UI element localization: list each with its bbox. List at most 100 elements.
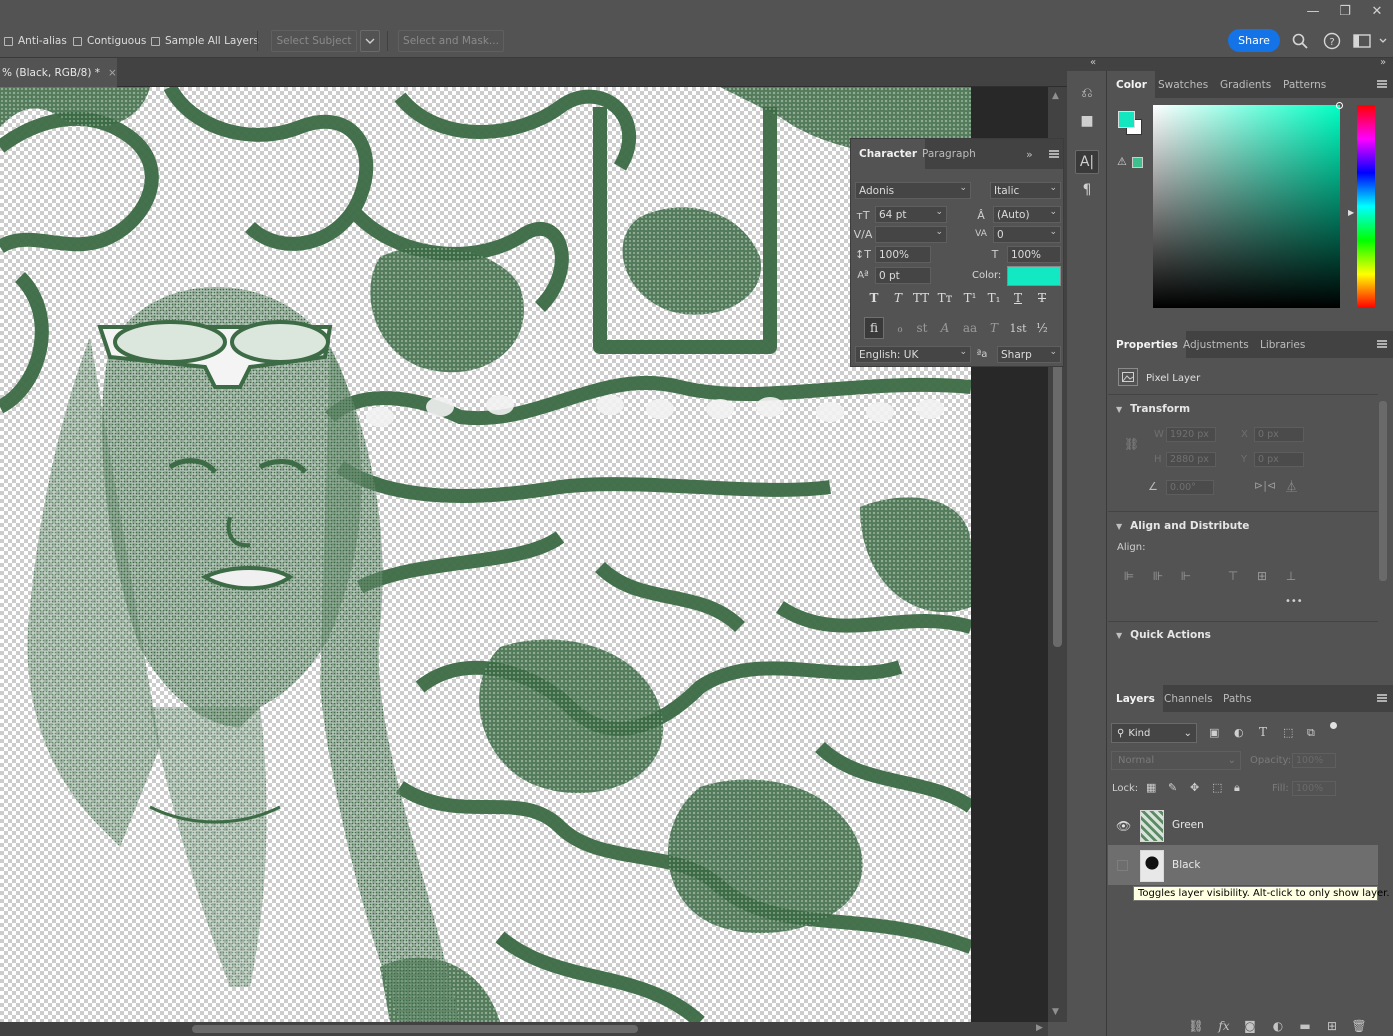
scroll-down-icon[interactable]: ▼ xyxy=(1052,1007,1059,1017)
layer-row-green[interactable]: 👁︎ Green xyxy=(1108,805,1378,845)
old-style-button[interactable]: ℴ xyxy=(890,317,910,339)
angle-field[interactable]: 0.00° xyxy=(1166,480,1214,495)
lock-artboard-icon[interactable]: ⬚ xyxy=(1212,781,1222,794)
lock-position-icon[interactable]: ✥ xyxy=(1190,781,1199,794)
gamut-swatch[interactable] xyxy=(1132,157,1143,168)
link-layers-icon[interactable]: ⛓ xyxy=(1187,1017,1205,1035)
baseline-shift-field[interactable]: 0 pt xyxy=(875,267,931,284)
faux-bold-button[interactable]: T xyxy=(864,289,884,307)
layer-row-black[interactable]: Black xyxy=(1108,845,1378,885)
lock-image-icon[interactable]: ✎ xyxy=(1168,781,1177,794)
filter-pixel-icon[interactable]: ▣ xyxy=(1209,726,1219,739)
tab-libraries[interactable]: Libraries xyxy=(1260,331,1305,358)
lock-transparency-icon[interactable]: ▦ xyxy=(1146,781,1156,794)
search-icon[interactable] xyxy=(1290,31,1310,51)
restore-button[interactable]: ❐ xyxy=(1329,0,1361,22)
panel-menu-icon[interactable] xyxy=(1377,694,1387,702)
superscript-button[interactable]: T¹ xyxy=(960,289,980,307)
select-subject-button[interactable]: Select Subject xyxy=(271,30,357,52)
hue-slider[interactable] xyxy=(1357,105,1375,308)
workspace-chevron-icon[interactable] xyxy=(1376,31,1390,51)
align-horizontal-center-icon[interactable]: ⊪ xyxy=(1150,568,1166,584)
scroll-thumb[interactable] xyxy=(1053,357,1062,647)
quick-actions-section-header[interactable]: ▼ Quick Actions xyxy=(1116,629,1211,641)
titling-alternates-button[interactable]: T xyxy=(984,317,1004,339)
stylistic-alternates-button[interactable]: aa xyxy=(960,317,980,339)
underline-button[interactable]: T xyxy=(1008,289,1028,307)
width-field[interactable]: 1920 px xyxy=(1166,427,1216,442)
select-subject-dropdown[interactable] xyxy=(360,30,380,52)
close-tab-icon[interactable]: × xyxy=(108,67,117,79)
layer-filter-select[interactable]: ⚲ Kind ⌄ xyxy=(1111,723,1197,743)
all-caps-button[interactable]: TT xyxy=(911,289,931,307)
share-button[interactable]: Share xyxy=(1228,29,1280,52)
filter-toggle-icon[interactable] xyxy=(1330,722,1337,729)
color-picker-handle[interactable] xyxy=(1336,102,1343,109)
align-left-icon[interactable]: ⊫ xyxy=(1121,568,1137,584)
visibility-toggle[interactable] xyxy=(1117,860,1128,871)
align-right-icon[interactable]: ⊩ xyxy=(1178,568,1194,584)
font-size-field[interactable]: 64 pt ⌄ xyxy=(875,206,947,223)
panel-menu-icon[interactable] xyxy=(1377,340,1387,348)
color-field[interactable] xyxy=(1153,102,1343,308)
document-tab[interactable]: % (Black, RGB/8) * × xyxy=(0,58,117,87)
language-select[interactable]: English: UK ⌄ xyxy=(855,346,971,363)
foreground-color-swatch[interactable] xyxy=(1118,111,1135,128)
swash-button[interactable]: A xyxy=(935,317,955,339)
tab-color[interactable]: Color xyxy=(1108,71,1155,98)
leading-field[interactable]: (Auto) ⌄ xyxy=(993,206,1061,223)
document-canvas[interactable] xyxy=(0,87,971,1022)
tab-paragraph[interactable]: Paragraph xyxy=(922,139,976,169)
align-vertical-center-icon[interactable]: ⊞ xyxy=(1254,568,1270,584)
tab-layers[interactable]: Layers xyxy=(1108,685,1163,712)
discretionary-ligatures-button[interactable]: st xyxy=(912,317,932,339)
small-caps-button[interactable]: Tт xyxy=(935,289,955,307)
select-and-mask-button[interactable]: Select and Mask... xyxy=(398,30,504,52)
scroll-thumb[interactable] xyxy=(192,1025,638,1033)
workspace-icon[interactable] xyxy=(1352,31,1372,51)
delete-layer-icon[interactable]: 🗑︎ xyxy=(1350,1017,1368,1035)
flip-vertical-icon[interactable]: ⏅ xyxy=(1286,478,1297,494)
collapse-right-icon[interactable]: » xyxy=(1380,57,1386,68)
eye-icon[interactable]: 👁︎ xyxy=(1116,819,1131,833)
align-section-header[interactable]: ▼ Align and Distribute xyxy=(1116,520,1249,532)
close-window-button[interactable]: ✕ xyxy=(1361,0,1393,22)
lock-all-icon[interactable]: 🔒︎ xyxy=(1234,781,1240,795)
tab-character[interactable]: Character xyxy=(851,139,926,169)
contiguous-checkbox[interactable]: Contiguous xyxy=(73,35,146,47)
filter-adjustment-icon[interactable]: ◐ xyxy=(1234,726,1244,739)
collapse-left-icon[interactable]: « xyxy=(1090,57,1096,68)
fx-icon[interactable]: fx xyxy=(1215,1017,1233,1035)
tab-gradients[interactable]: Gradients xyxy=(1220,71,1271,98)
blend-mode-select[interactable]: Normal ⌄ xyxy=(1111,751,1241,770)
tab-swatches[interactable]: Swatches xyxy=(1158,71,1208,98)
link-icon[interactable]: ⛓ xyxy=(1124,437,1139,451)
sample-all-layers-checkbox[interactable]: Sample All Layers xyxy=(151,35,259,47)
y-field[interactable]: 0 px xyxy=(1254,452,1304,467)
fill-field[interactable]: 100% xyxy=(1292,781,1336,796)
fractions-button[interactable]: ½ xyxy=(1032,317,1052,339)
new-group-icon[interactable]: ▬ xyxy=(1296,1017,1314,1035)
filter-smart-object-icon[interactable]: ⧉ xyxy=(1307,726,1315,740)
flip-horizontal-icon[interactable]: ⊳|⊲ xyxy=(1254,479,1276,492)
align-bottom-icon[interactable]: ⊥ xyxy=(1283,568,1299,584)
horizontal-scale-field[interactable]: 100% xyxy=(1007,246,1061,263)
scroll-up-icon[interactable]: ▲ xyxy=(1052,91,1059,101)
vertical-scale-field[interactable]: 100% xyxy=(875,246,931,263)
kerning-field[interactable]: ⌄ xyxy=(875,226,947,243)
character-panel-icon[interactable]: A| xyxy=(1075,150,1099,174)
opacity-field[interactable]: 100% xyxy=(1292,753,1336,768)
text-color-swatch[interactable] xyxy=(1007,266,1061,286)
comments-icon[interactable]: ■ xyxy=(1075,109,1099,133)
strikethrough-button[interactable]: T xyxy=(1032,289,1052,307)
tab-channels[interactable]: Channels xyxy=(1164,685,1213,712)
tracking-field[interactable]: 0 ⌄ xyxy=(993,226,1061,243)
faux-italic-button[interactable]: T xyxy=(888,289,908,307)
height-field[interactable]: 2880 px xyxy=(1166,452,1216,467)
panel-menu-icon[interactable] xyxy=(1049,150,1059,158)
layer-name[interactable]: Black xyxy=(1172,859,1200,871)
scroll-right-icon[interactable]: ▶ xyxy=(1036,1023,1043,1033)
new-layer-icon[interactable]: ⊞ xyxy=(1323,1017,1341,1035)
font-family-select[interactable]: Adonis ⌄ xyxy=(855,182,971,199)
filter-shape-icon[interactable]: ⬚ xyxy=(1283,726,1293,739)
